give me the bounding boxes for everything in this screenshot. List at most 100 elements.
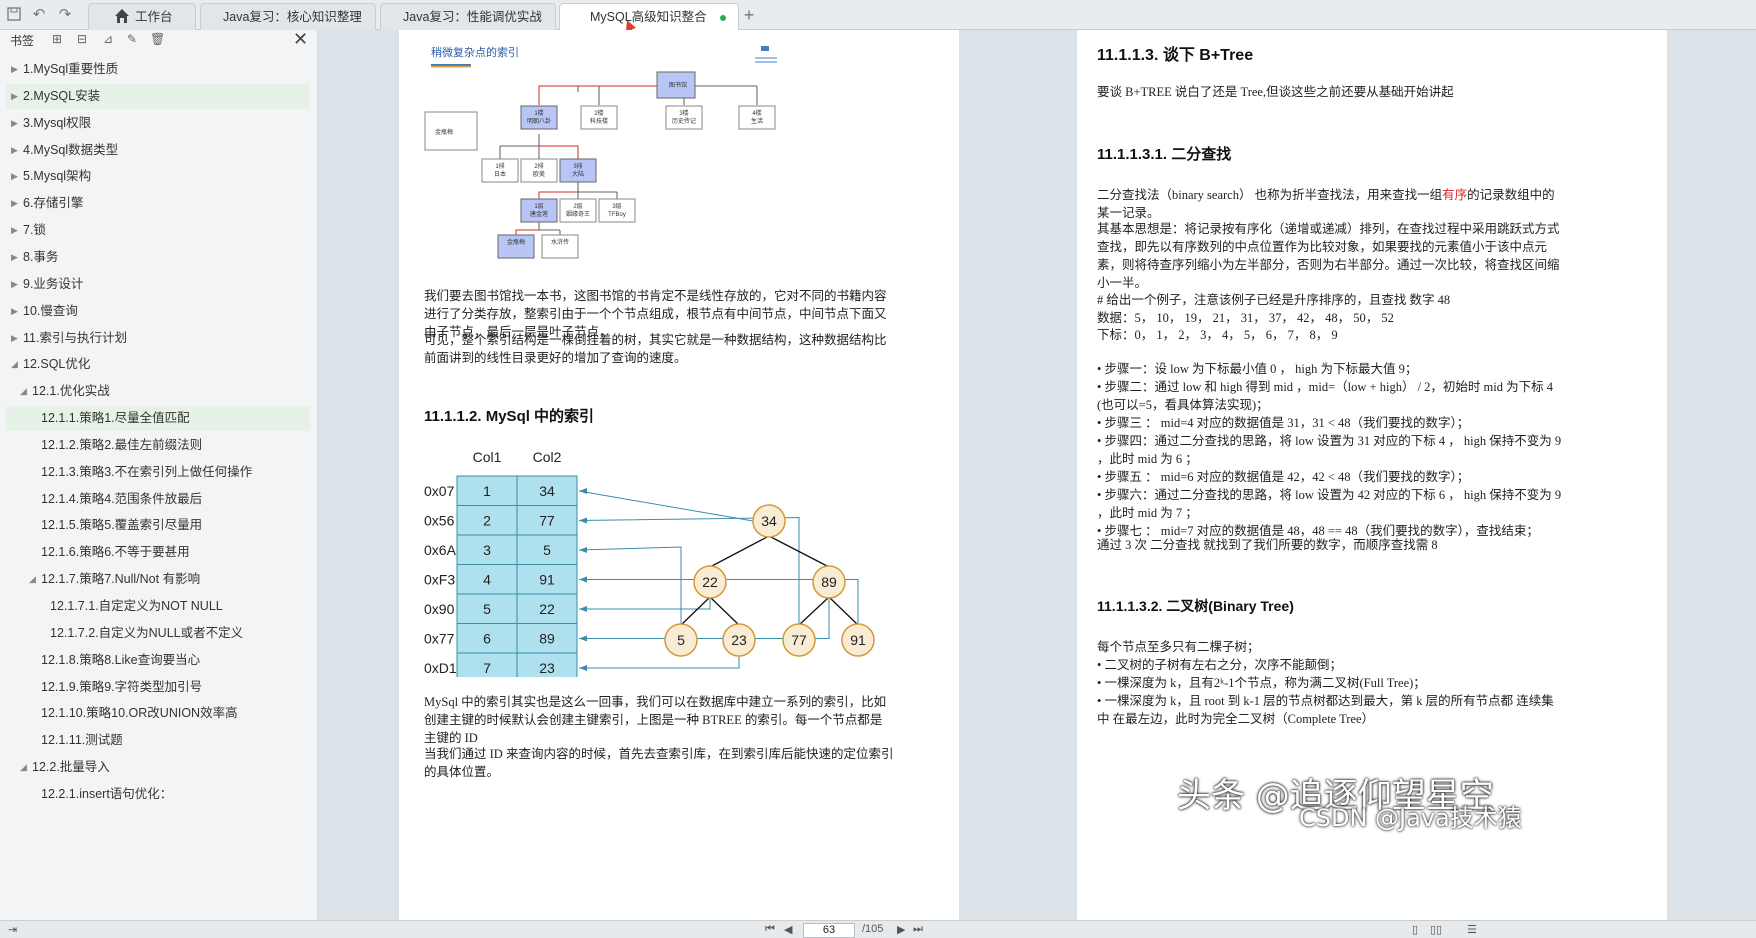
- tab-java-core[interactable]: Java复习：核心知识整理: [200, 3, 376, 30]
- sidebar-item-label: 1.MySql重要性质: [23, 62, 119, 76]
- tab-workbench[interactable]: 工作台: [88, 3, 196, 30]
- tree-box: [559, 158, 597, 183]
- page-number-input[interactable]: 63: [803, 923, 855, 938]
- cell-col2: 34: [539, 483, 555, 499]
- status-bar: ⇥ ⏮ ◀ 63 /105 ▶ ⏭ ▯ ▯▯ ☰: [0, 920, 1756, 938]
- new-tab-icon[interactable]: +: [740, 6, 758, 24]
- sidebar-item-label: 9.业务设计: [23, 276, 84, 291]
- tab-java-perf[interactable]: Java复习：性能调优实战: [380, 3, 556, 30]
- sidebar-item[interactable]: ▶ 7.锁: [6, 218, 310, 243]
- undo-icon[interactable]: ↶: [30, 6, 48, 24]
- section-heading: 11.1.1.3.2. 二叉树(Binary Tree): [1097, 598, 1294, 614]
- sidebar-item-label: 12.1.2.策略2.最佳左前缀法则: [41, 437, 203, 452]
- sidebar-item[interactable]: ▶ 3.Mysql权限: [6, 111, 310, 136]
- collapsed-arrow-icon[interactable]: ▶: [11, 299, 18, 324]
- tree-edge: [798, 596, 830, 626]
- expanded-arrow-icon[interactable]: ◢: [20, 755, 27, 780]
- sidebar-item[interactable]: ▶ 10.慢查询: [6, 299, 310, 324]
- sidebar-item[interactable]: ◢ 12.2.批量导入: [6, 755, 310, 780]
- sidebar-item[interactable]: ▶ 5.Mysql架构: [6, 164, 310, 189]
- save-icon[interactable]: [5, 6, 23, 24]
- sidebar-item[interactable]: 12.1.2.策略2.最佳左前缀法则: [6, 433, 310, 458]
- sidebar-item[interactable]: 12.1.11.测试题: [6, 728, 310, 753]
- home-icon: [113, 7, 131, 25]
- sidebar-item[interactable]: 12.1.4.策略4.范围条件放最后: [6, 487, 310, 512]
- single-page-icon[interactable]: ▯: [1412, 923, 1418, 936]
- sidebar-toggle-icon[interactable]: ⇥: [8, 923, 17, 936]
- sidebar-item[interactable]: ▶ 8.事务: [6, 245, 310, 270]
- highlight-text: 有序: [1442, 188, 1468, 202]
- sidebar-item[interactable]: 12.1.10.策略10.OR改UNION效率高: [6, 701, 310, 726]
- collapsed-arrow-icon[interactable]: ▶: [11, 245, 18, 270]
- sidebar-item[interactable]: ▶ 2.MySQL安装: [6, 83, 310, 109]
- last-page-icon[interactable]: ⏭: [913, 923, 923, 936]
- sidebar-item[interactable]: 12.1.8.策略8.Like查询要当心: [6, 648, 310, 673]
- sidebar-item[interactable]: 12.2.1.insert语句优化：: [6, 782, 310, 807]
- collapsed-arrow-icon[interactable]: ▶: [11, 57, 18, 82]
- close-sidebar-icon[interactable]: ✕: [293, 29, 308, 50]
- sidebar-item[interactable]: 12.1.7.2.自定义为NULL或者不定义: [6, 621, 310, 646]
- sidebar-item[interactable]: 12.1.9.策略9.字符类型加引号: [6, 675, 310, 700]
- row-address: 0xD1: [424, 660, 457, 676]
- sidebar-item[interactable]: 12.1.3.策略3.不在索引列上做任何操作: [6, 460, 310, 485]
- sidebar-item-label: 12.1.7.1.自定定义为NOT NULL: [50, 599, 223, 613]
- sidebar-item[interactable]: ◢ 12.1.优化实战: [6, 379, 310, 404]
- sidebar-item-label: 5.Mysql架构: [23, 169, 92, 184]
- tree-box-label: 3楼: [679, 109, 688, 117]
- add-bookmark-icon[interactable]: ⊿: [103, 32, 113, 46]
- sidebar-item[interactable]: 12.1.1.策略1.尽量全值匹配: [6, 406, 310, 432]
- tree-box: [738, 105, 776, 130]
- tree-box-label: 3层: [612, 203, 621, 210]
- edit-bookmark-icon[interactable]: ✎: [127, 32, 137, 46]
- tree-box-label: 大陆: [572, 170, 584, 178]
- tree-node-label: 22: [702, 574, 718, 590]
- sidebar-item-label: 4.MySql数据类型: [23, 142, 119, 157]
- cell-col1: 5: [483, 601, 491, 617]
- pointer-line: [579, 598, 711, 610]
- sidebar-item[interactable]: ▶ 4.MySql数据类型: [6, 138, 310, 163]
- double-page-icon[interactable]: ▯▯: [1430, 923, 1442, 936]
- sidebar-item[interactable]: ◢ 12.SQL优化: [6, 352, 310, 377]
- step-item: • 步骤一：设 low 为下标最小值 0 ， high 为下标最大值 9；: [1097, 362, 1418, 376]
- expanded-arrow-icon[interactable]: ◢: [20, 379, 27, 404]
- sidebar-item[interactable]: ▶ 6.存储引擎: [6, 191, 310, 216]
- collapsed-arrow-icon[interactable]: ▶: [11, 272, 18, 297]
- expand-all-icon[interactable]: ⊞: [52, 32, 62, 46]
- redo-icon[interactable]: ↷: [56, 6, 74, 24]
- tree-box-label: 生活: [751, 117, 763, 125]
- prev-page-icon[interactable]: ◀: [784, 923, 792, 936]
- collapse-all-icon[interactable]: ⊟: [77, 32, 87, 46]
- tree-box-label: 欧美: [533, 170, 545, 178]
- tree-box: [520, 158, 558, 183]
- sidebar-item[interactable]: 12.1.6.策略6.不等于要甚用: [6, 540, 310, 565]
- expanded-arrow-icon[interactable]: ◢: [11, 352, 18, 377]
- sidebar-item[interactable]: ◢ 12.1.7.策略7.Null/Not 有影响: [6, 567, 310, 592]
- collapsed-arrow-icon[interactable]: ▶: [11, 164, 18, 189]
- sidebar-item[interactable]: 12.1.7.1.自定定义为NOT NULL: [6, 594, 310, 619]
- paragraph: 每个节点至多只有二棵子树；: [1097, 640, 1260, 654]
- sidebar-item[interactable]: ▶ 9.业务设计: [6, 272, 310, 297]
- collapsed-arrow-icon[interactable]: ▶: [11, 326, 18, 351]
- collapsed-arrow-icon[interactable]: ▶: [11, 138, 18, 163]
- collapsed-arrow-icon[interactable]: ▶: [11, 218, 18, 243]
- sidebar-item-label: 12.1.4.策略4.范围条件放最后: [41, 491, 203, 506]
- tree-box-label: 4楼: [752, 109, 761, 117]
- delete-bookmark-icon[interactable]: 🗑: [150, 32, 165, 46]
- next-page-icon[interactable]: ▶: [897, 923, 905, 936]
- tree-box-label: 历史传记: [672, 117, 696, 125]
- collapsed-arrow-icon[interactable]: ▶: [11, 84, 18, 109]
- section-heading: 11.1.1.3. 谈下 B+Tree: [1097, 47, 1254, 64]
- document-view[interactable]: 稍微复杂点的索引 金瓶梅 图书馆 1楼 明朝八卦 2楼 科技楼 3楼 历史传记 …: [319, 30, 1756, 920]
- sidebar-item[interactable]: ▶ 1.MySql重要性质: [6, 57, 310, 82]
- paragraph: 可见，整个索引结构是一棵倒挂着的树，其实它就是一种数据结构，这种数据结构比前面讲…: [424, 333, 887, 365]
- tree-node-label: 91: [850, 632, 866, 648]
- collapsed-arrow-icon[interactable]: ▶: [11, 191, 18, 216]
- continuous-icon[interactable]: ☰: [1467, 923, 1477, 936]
- collapsed-arrow-icon[interactable]: ▶: [11, 111, 18, 136]
- sidebar-item[interactable]: ▶ 11.索引与执行计划: [6, 326, 310, 351]
- sidebar-item-label: 12.2.批量导入: [32, 760, 110, 775]
- sidebar-item[interactable]: 12.1.5.策略5.覆盖索引尽量用: [6, 513, 310, 538]
- first-page-icon[interactable]: ⏮: [765, 923, 775, 936]
- tree-edge: [709, 535, 770, 568]
- expanded-arrow-icon[interactable]: ◢: [29, 567, 36, 592]
